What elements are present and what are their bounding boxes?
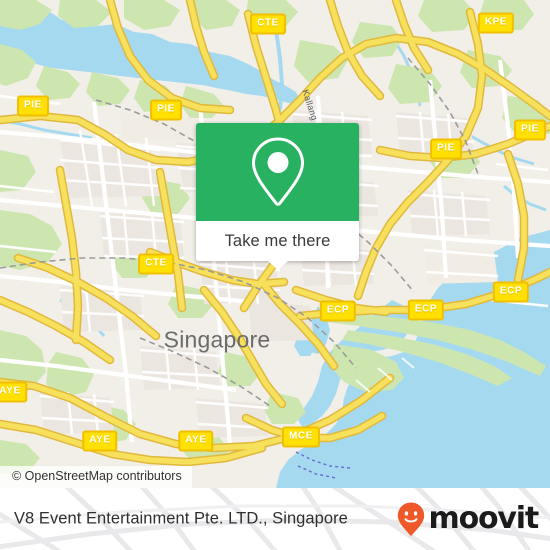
take-me-there-label: Take me there [224, 231, 331, 250]
road-shield-cte-north[interactable]: CTE [250, 13, 286, 35]
road-shield-kpe[interactable]: KPE [477, 12, 515, 34]
road-shield-cte-city[interactable]: CTE [138, 253, 174, 275]
place-title: V8 Event Entertainment Pte. LTD., Singap… [14, 509, 348, 528]
callout-action-panel[interactable]: Take me there [196, 221, 359, 270]
road-shield-pie-east[interactable]: PIE [514, 119, 546, 141]
road-shield-ecp-mid[interactable]: ECP [407, 299, 445, 321]
road-shield-aye-west[interactable]: AYE [0, 381, 28, 403]
map-canvas[interactable]: Singapore Kallang CTE KPE PIE PIE PIE PI… [0, 0, 550, 488]
callout-tail [267, 261, 288, 270]
road-shield-ecp-east[interactable]: ECP [492, 281, 530, 303]
footer-bar: V8 Event Entertainment Pte. LTD., Singap… [0, 488, 550, 550]
map-page: Singapore Kallang CTE KPE PIE PIE PIE PI… [0, 0, 550, 550]
map-city-label: Singapore [163, 326, 271, 353]
road-shield-pie-mid[interactable]: PIE [150, 99, 182, 121]
road-shield-ecp-west[interactable]: ECP [319, 300, 357, 322]
moovit-wordmark: moovit [428, 501, 540, 536]
moovit-smiley-pin-icon [397, 502, 424, 536]
road-shield-pie-east-2[interactable]: PIE [430, 138, 462, 160]
road-shield-aye-east[interactable]: AYE [178, 430, 214, 452]
osm-attribution[interactable]: © OpenStreetMap contributors [0, 466, 192, 488]
road-shield-aye-mid[interactable]: AYE [82, 430, 118, 452]
moovit-brand[interactable]: moovit [396, 501, 540, 537]
location-callout-card[interactable]: Take me there [196, 123, 359, 270]
road-shield-mce[interactable]: MCE [281, 426, 321, 448]
map-pin-icon [251, 137, 304, 206]
road-shield-pie-west[interactable]: PIE [17, 95, 49, 117]
callout-pin-panel [196, 123, 359, 221]
